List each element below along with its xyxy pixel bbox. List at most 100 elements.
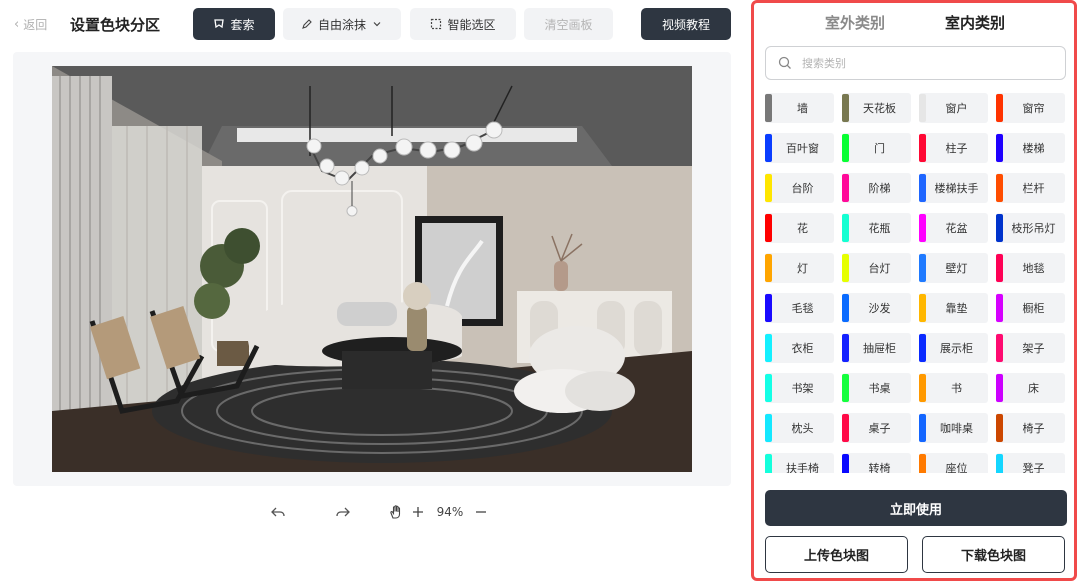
category-color-swatch: [765, 134, 772, 162]
smart-select-button[interactable]: 智能选区: [410, 8, 516, 40]
category-chip[interactable]: 花瓶: [842, 213, 911, 243]
tab-indoor[interactable]: 室内类别: [945, 12, 1005, 33]
category-color-swatch: [919, 214, 926, 242]
category-label: 书架: [791, 382, 814, 395]
category-chip[interactable]: 桌子: [842, 413, 911, 443]
category-chip[interactable]: 抽屉柜: [842, 333, 911, 363]
category-label: 枝形吊灯: [1011, 222, 1056, 235]
upload-color-map-button[interactable]: 上传色块图: [765, 536, 908, 573]
category-chip[interactable]: 靠垫: [919, 293, 988, 323]
category-chip[interactable]: 栏杆: [996, 173, 1065, 203]
category-chip[interactable]: 书桌: [842, 373, 911, 403]
category-label: 灯: [797, 262, 808, 275]
minus-icon: [476, 511, 486, 513]
category-chip[interactable]: 花: [765, 213, 834, 243]
category-label: 台灯: [868, 262, 891, 275]
category-grid: 墙 天花板 窗户 窗帘百叶窗 门 柱子 楼梯台阶 阶梯 楼梯扶手 栏杆花 花瓶 花盆 枝形吊灯灯 台灯 壁灯…: [765, 93, 1069, 473]
category-chip[interactable]: 座位: [919, 453, 988, 473]
category-chip[interactable]: 展示柜: [919, 333, 988, 363]
category-chip[interactable]: 咖啡桌: [919, 413, 988, 443]
category-chip[interactable]: 橱柜: [996, 293, 1065, 323]
room-render-image[interactable]: [52, 66, 692, 472]
video-tutorial-button[interactable]: 视频教程: [641, 8, 731, 40]
zoom-in-button[interactable]: [409, 502, 427, 522]
category-chip[interactable]: 灯: [765, 253, 834, 283]
category-chip[interactable]: 百叶窗: [765, 133, 834, 163]
undo-button[interactable]: [268, 502, 288, 522]
category-chip[interactable]: 台阶: [765, 173, 834, 203]
category-label: 凳子: [1022, 462, 1045, 473]
category-chip[interactable]: 台灯: [842, 253, 911, 283]
plus-icon: [413, 507, 423, 517]
category-color-swatch: [919, 134, 926, 162]
category-chip[interactable]: 柱子: [919, 133, 988, 163]
category-color-swatch: [842, 374, 849, 402]
category-chip[interactable]: 阶梯: [842, 173, 911, 203]
lasso-tool-button[interactable]: 套索: [193, 8, 275, 40]
category-label: 窗户: [945, 102, 968, 115]
category-chip[interactable]: 沙发: [842, 293, 911, 323]
category-label: 橱柜: [1022, 302, 1045, 315]
category-color-swatch: [996, 94, 1003, 122]
canvas-area[interactable]: [13, 52, 731, 486]
category-label: 栏杆: [1022, 182, 1045, 195]
category-label: 柱子: [945, 142, 968, 155]
category-chip[interactable]: 床: [996, 373, 1065, 403]
category-chip[interactable]: 枝形吊灯: [996, 213, 1065, 243]
tab-outdoor[interactable]: 室外类别: [825, 12, 885, 33]
smart-select-label: 智能选区: [447, 17, 496, 32]
category-color-swatch: [996, 374, 1003, 402]
chevron-down-icon: [373, 22, 381, 27]
category-chip[interactable]: 地毯: [996, 253, 1065, 283]
category-chip[interactable]: 天花板: [842, 93, 911, 123]
category-color-swatch: [765, 214, 772, 242]
download-color-map-button[interactable]: 下载色块图: [922, 536, 1065, 573]
category-color-swatch: [919, 294, 926, 322]
undo-icon: [271, 507, 285, 517]
category-chip[interactable]: 凳子: [996, 453, 1065, 473]
brush-tool-button[interactable]: 自由涂抹: [283, 8, 401, 40]
category-chip[interactable]: 衣柜: [765, 333, 834, 363]
dashed-select-icon: [431, 18, 442, 30]
category-label: 书: [951, 382, 962, 395]
category-panel: 室外类别 室内类别 墙 天花板 窗户 窗帘百叶窗 门 柱子 楼梯台阶 阶梯 楼梯扶手 栏杆花 花瓶 花…: [751, 0, 1077, 581]
redo-button[interactable]: [333, 502, 353, 522]
category-label: 地毯: [1022, 262, 1045, 275]
category-chip[interactable]: 壁灯: [919, 253, 988, 283]
use-now-button[interactable]: 立即使用: [765, 490, 1067, 526]
category-label: 百叶窗: [786, 142, 819, 155]
category-label: 扶手椅: [786, 462, 819, 473]
category-chip[interactable]: 墙: [765, 93, 834, 123]
category-chip[interactable]: 楼梯: [996, 133, 1065, 163]
category-chip[interactable]: 转椅: [842, 453, 911, 473]
category-label: 衣柜: [791, 342, 814, 355]
category-chip[interactable]: 窗帘: [996, 93, 1065, 123]
category-color-swatch: [996, 214, 1003, 242]
category-color-swatch: [765, 254, 772, 282]
category-chip[interactable]: 窗户: [919, 93, 988, 123]
category-color-swatch: [765, 94, 772, 122]
category-chip[interactable]: 书架: [765, 373, 834, 403]
zoom-out-button[interactable]: [472, 502, 490, 522]
category-label: 壁灯: [945, 262, 968, 275]
category-chip[interactable]: 架子: [996, 333, 1065, 363]
category-search[interactable]: [765, 46, 1066, 80]
category-chip[interactable]: 花盆: [919, 213, 988, 243]
clear-canvas-button[interactable]: 清空画板: [524, 8, 613, 40]
search-input[interactable]: [802, 56, 1042, 70]
category-chip[interactable]: 扶手椅: [765, 453, 834, 473]
category-color-swatch: [842, 214, 849, 242]
category-chip[interactable]: 楼梯扶手: [919, 173, 988, 203]
category-label: 台阶: [791, 182, 814, 195]
pan-hand-button[interactable]: [386, 502, 406, 522]
back-button[interactable]: ‹ 返回: [14, 16, 47, 33]
category-chip[interactable]: 书: [919, 373, 988, 403]
lasso-label: 套索: [230, 17, 255, 32]
category-label: 墙: [797, 102, 808, 115]
category-color-swatch: [996, 174, 1003, 202]
category-chip[interactable]: 枕头: [765, 413, 834, 443]
category-chip[interactable]: 门: [842, 133, 911, 163]
category-chip[interactable]: 椅子: [996, 413, 1065, 443]
category-list[interactable]: 墙 天花板 窗户 窗帘百叶窗 门 柱子 楼梯台阶 阶梯 楼梯扶手 栏杆花 花瓶 花盆 枝形吊灯灯 台灯 壁灯…: [765, 93, 1069, 473]
category-chip[interactable]: 毛毯: [765, 293, 834, 323]
